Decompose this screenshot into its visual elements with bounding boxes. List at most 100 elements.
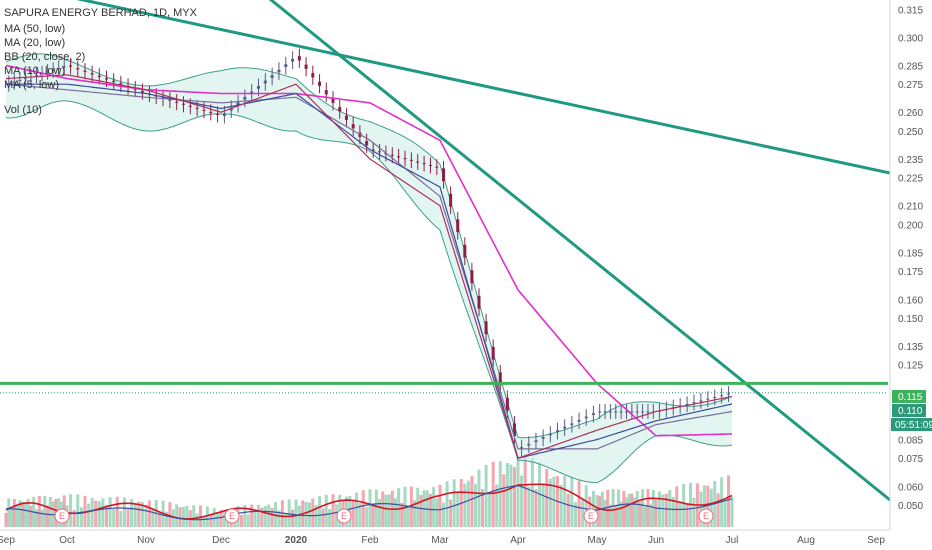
- volume-bar: [622, 491, 626, 527]
- volume-bar: [250, 504, 254, 527]
- candle-body: [692, 402, 696, 404]
- candle-body: [175, 101, 179, 103]
- volume-bar: [400, 502, 404, 527]
- earnings-event-marker[interactable]: E: [224, 508, 240, 524]
- volume-bar: [10, 508, 14, 527]
- earnings-event-marker[interactable]: E: [698, 508, 714, 524]
- volume-bar: [598, 495, 602, 527]
- legend-indicator-ma10[interactable]: MA (10, low): [4, 65, 65, 77]
- volume-bar: [570, 477, 574, 527]
- volume-bar: [331, 494, 335, 527]
- volume-bar: [294, 499, 298, 527]
- volume-bar: [477, 469, 481, 527]
- volume-bar: [361, 490, 365, 527]
- volume-bar: [406, 505, 410, 527]
- volume-bar: [307, 502, 311, 527]
- legend-indicator-ma5[interactable]: MA (5, low): [4, 79, 59, 91]
- volume-bar: [649, 504, 653, 527]
- candle-body: [603, 411, 607, 413]
- legend-indicator-ma20[interactable]: MA (20, low): [4, 37, 65, 49]
- legend-indicator-bb[interactable]: BB (20, close, 2): [4, 51, 85, 63]
- time-tick-label: Oct: [59, 535, 75, 546]
- candle-body: [182, 103, 185, 105]
- volume-bar: [168, 502, 172, 527]
- candle-body: [577, 419, 581, 422]
- volume-bar: [668, 490, 672, 527]
- volume-bar: [716, 493, 720, 527]
- candle-body: [112, 80, 116, 83]
- volume-bar: [630, 493, 634, 527]
- volume-bar: [654, 499, 658, 527]
- volume-bar: [351, 499, 355, 527]
- volume-bar: [552, 476, 556, 527]
- price-tick-label: 0.075: [898, 454, 923, 465]
- candle-body: [625, 411, 628, 413]
- volume-bar: [456, 491, 460, 527]
- volume-bar: [730, 496, 734, 527]
- volume-bar: [563, 475, 567, 527]
- candle-body: [331, 98, 335, 103]
- chart-canvas[interactable]: 0.315 0.300 0.285 0.275 0.260 0.250 0.235 0.225…: [0, 0, 932, 550]
- volume-bar: [368, 489, 372, 527]
- volume-bar: [435, 498, 439, 527]
- earnings-event-marker[interactable]: E: [336, 508, 352, 524]
- candle-body: [365, 141, 369, 146]
- volume-bar: [527, 486, 531, 527]
- legend-title[interactable]: SAPURA ENERGY BERHAD, 1D, MYX: [4, 7, 198, 19]
- volume-bar: [541, 483, 545, 527]
- volume-bar: [147, 500, 151, 527]
- volume-bar: [502, 474, 506, 527]
- volume-bar: [432, 487, 436, 527]
- candle-body: [608, 411, 612, 413]
- volume-bar: [530, 457, 534, 527]
- volume-bar: [182, 507, 185, 527]
- earnings-event-marker[interactable]: E: [54, 508, 70, 524]
- volume-bar: [445, 481, 449, 527]
- time-tick-label: May: [588, 535, 607, 546]
- candle-body: [311, 73, 315, 78]
- volume-bar: [151, 508, 155, 527]
- time-tick-label: Aug: [797, 535, 815, 546]
- volume-bar: [651, 489, 655, 527]
- candle-body: [491, 346, 495, 360]
- time-tick-label: Jun: [648, 535, 664, 546]
- volume-bar: [209, 513, 213, 527]
- volume-bar: [23, 502, 27, 527]
- time-tick-label: Mar: [431, 535, 449, 546]
- event-marker-label: E: [229, 511, 235, 521]
- volume-bar: [216, 512, 220, 527]
- candle-body: [591, 413, 595, 415]
- volume-bar: [466, 480, 470, 527]
- candle-body: [291, 58, 295, 62]
- event-marker-label: E: [59, 511, 65, 521]
- volume-bar: [263, 505, 267, 527]
- volume-bar: [692, 497, 696, 527]
- candle-body: [338, 107, 342, 112]
- volume-bar: [321, 508, 325, 527]
- candle-body: [699, 400, 703, 402]
- volume-bar: [48, 496, 52, 527]
- candle-body: [284, 64, 288, 67]
- volume-bar: [29, 505, 33, 527]
- volume-bar: [297, 505, 301, 527]
- legend-indicator-vol[interactable]: Vol (10): [4, 104, 42, 116]
- price-tick-label: 0.160: [898, 295, 923, 306]
- candle-body: [527, 443, 531, 446]
- volume-bar: [69, 494, 73, 527]
- event-marker-label: E: [341, 511, 347, 521]
- candle-body: [90, 73, 94, 75]
- legend-indicator-ma50[interactable]: MA (50, low): [4, 23, 65, 35]
- candle-body: [598, 411, 602, 413]
- candle-body: [188, 105, 192, 107]
- volume-bar: [523, 455, 527, 527]
- earnings-event-marker[interactable]: E: [583, 508, 599, 524]
- volume-bar: [470, 476, 474, 527]
- candle-body: [570, 423, 574, 426]
- price-tick-label: 0.275: [898, 80, 923, 91]
- volume-bar: [638, 501, 642, 527]
- volume-bar: [393, 498, 397, 527]
- volume-bar: [608, 504, 612, 527]
- candle-body: [297, 56, 301, 61]
- volume-bar: [311, 498, 315, 527]
- volume-bar: [101, 498, 105, 527]
